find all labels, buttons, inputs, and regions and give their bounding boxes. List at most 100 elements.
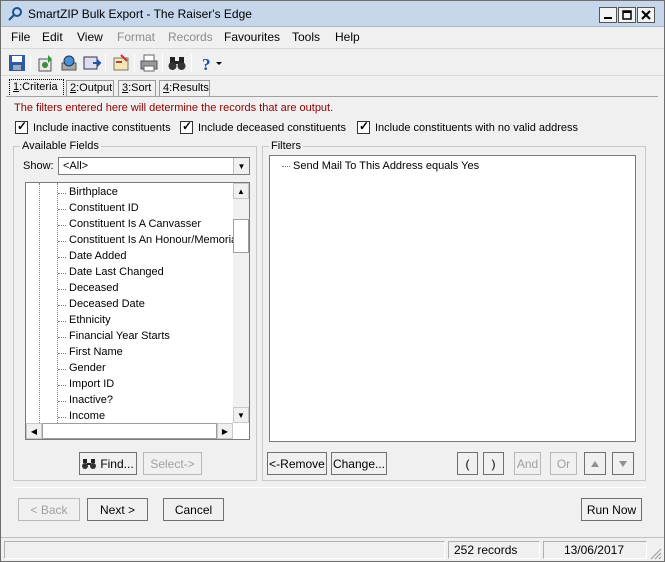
close-paren-button[interactable]: ) <box>483 452 504 475</box>
globe-icon[interactable] <box>59 53 79 73</box>
menu-tools[interactable]: Tools <box>292 30 320 44</box>
svg-text:?: ? <box>202 55 211 73</box>
field-label: Financial Year Starts <box>69 330 170 342</box>
list-item[interactable]: Constituent Is A Canvasser <box>26 217 233 233</box>
list-item[interactable]: Deceased Date <box>26 297 233 313</box>
filters-label: Filters <box>269 140 303 152</box>
back-button[interactable]: < Back <box>18 498 80 521</box>
save-icon[interactable] <box>7 53 27 73</box>
menu-view[interactable]: View <box>77 30 103 44</box>
field-label: Income <box>69 410 106 422</box>
include-no-address-checkbox[interactable]: Include constituents with no valid addre… <box>357 119 578 134</box>
scroll-thumb[interactable] <box>233 219 249 253</box>
filters-list[interactable]: Send Mail To This Address equals Yes <box>269 155 636 442</box>
change-filter-button[interactable]: Change... <box>331 452 387 475</box>
menu-help[interactable]: Help <box>335 30 360 44</box>
record-count: 252 records <box>448 541 540 559</box>
app-icon <box>8 7 22 21</box>
remove-filter-button[interactable]: <-Remove <box>267 452 327 475</box>
binoculars-icon[interactable] <box>167 53 187 73</box>
include-inactive-checkbox[interactable]: Include inactive constituents <box>15 119 171 134</box>
minimize-icon <box>604 17 612 19</box>
field-label: Birthplace <box>69 186 118 198</box>
tab-results[interactable]: 4:Results <box>159 80 210 97</box>
binoculars-icon <box>82 458 97 469</box>
export-window: SmartZIP Bulk Export - The Raiser's Edge… <box>0 0 665 562</box>
print-icon[interactable] <box>139 53 159 73</box>
find-button[interactable]: Find... <box>79 452 137 475</box>
menu-edit[interactable]: Edit <box>42 30 63 44</box>
status-date: 13/06/2017 <box>543 541 647 559</box>
title-bar: SmartZIP Bulk Export - The Raiser's Edge <box>1 1 664 27</box>
select-button[interactable]: Select-> <box>143 452 202 475</box>
field-label: Import ID <box>69 378 115 390</box>
field-label: Gender <box>69 362 106 374</box>
fields-vscroll[interactable]: ▲ ▼ <box>233 183 249 423</box>
list-item[interactable]: Deceased <box>26 281 233 297</box>
menu-favourites[interactable]: Favourites <box>224 30 280 44</box>
or-button[interactable]: Or <box>550 452 577 475</box>
properties-icon[interactable] <box>111 53 131 73</box>
list-item[interactable]: Inactive? <box>26 393 233 409</box>
toolbar: ? <box>1 48 664 76</box>
list-item[interactable]: Date Added <box>26 249 233 265</box>
tab-sort[interactable]: 3:Sort <box>118 80 156 97</box>
show-select[interactable]: <All> ▼ <box>58 157 250 175</box>
window-title: SmartZIP Bulk Export - The Raiser's Edge <box>28 7 252 21</box>
and-button[interactable]: And <box>514 452 541 475</box>
list-item[interactable]: First Name <box>26 345 233 361</box>
scroll-up-icon[interactable]: ▲ <box>233 183 249 199</box>
list-item[interactable]: Financial Year Starts <box>26 329 233 345</box>
menu-bar: File Edit View Format Records Favourites… <box>1 27 664 47</box>
cancel-button[interactable]: Cancel <box>163 498 224 521</box>
help-dropdown-icon[interactable] <box>214 53 224 73</box>
status-bar: 252 records 13/06/2017 <box>1 537 664 561</box>
list-item[interactable]: Birthplace <box>26 185 233 201</box>
list-item[interactable]: Import ID <box>26 377 233 393</box>
list-item[interactable]: Ethnicity <box>26 313 233 329</box>
next-button[interactable]: Next > <box>87 498 148 521</box>
menu-records[interactable]: Records <box>168 30 213 44</box>
open-paren-button[interactable]: ( <box>457 452 478 475</box>
scroll-left-icon[interactable]: ◀ <box>26 423 42 439</box>
criteria-info-text: The filters entered here will determine … <box>14 102 334 114</box>
maximize-button[interactable] <box>618 7 636 23</box>
move-down-button[interactable] <box>612 452 634 475</box>
chevron-down-icon: ▼ <box>233 158 249 174</box>
filter-item[interactable]: Send Mail To This Address equals Yes <box>293 160 479 172</box>
scroll-right-icon[interactable]: ▶ <box>217 423 233 439</box>
list-item[interactable]: Date Last Changed <box>26 265 233 281</box>
new-record-icon[interactable] <box>36 53 56 73</box>
arrow-up-icon <box>591 460 599 467</box>
hscroll-thumb[interactable] <box>42 423 217 439</box>
arrow-down-icon <box>619 460 627 467</box>
field-label: Constituent Is A Canvasser <box>69 218 202 230</box>
maximize-icon <box>622 10 632 20</box>
resize-grip-icon[interactable] <box>650 548 662 560</box>
available-fields-label: Available Fields <box>20 140 101 152</box>
list-item[interactable]: Gender <box>26 361 233 377</box>
field-label: Constituent Is An Honour/Memoria <box>69 234 238 246</box>
export-icon[interactable] <box>82 53 102 73</box>
field-label: First Name <box>69 346 123 358</box>
scroll-down-icon[interactable]: ▼ <box>233 407 249 423</box>
close-icon <box>641 10 651 20</box>
tab-output[interactable]: 2:Output <box>66 80 114 97</box>
field-label: Date Added <box>69 250 127 262</box>
menu-file[interactable]: File <box>11 30 30 44</box>
field-label: Deceased Date <box>69 298 145 310</box>
menu-format[interactable]: Format <box>117 30 155 44</box>
available-fields-list[interactable]: Birthplace Constituent ID Constituent Is A… <box>25 182 250 440</box>
fields-hscroll[interactable]: ◀ ▶ <box>26 423 233 439</box>
field-label: Ethnicity <box>69 314 111 326</box>
move-up-button[interactable] <box>584 452 606 475</box>
field-label: Date Last Changed <box>69 266 164 278</box>
close-button[interactable] <box>637 7 655 23</box>
run-now-button[interactable]: Run Now <box>581 498 642 521</box>
include-deceased-checkbox[interactable]: Include deceased constituents <box>180 119 346 134</box>
tab-criteria[interactable]: 1:Criteria <box>9 79 64 97</box>
field-label: Constituent ID <box>69 202 139 214</box>
list-item[interactable]: Constituent ID <box>26 201 233 217</box>
list-item[interactable]: Constituent Is An Honour/Memoria <box>26 233 237 249</box>
minimize-button[interactable] <box>599 7 617 23</box>
